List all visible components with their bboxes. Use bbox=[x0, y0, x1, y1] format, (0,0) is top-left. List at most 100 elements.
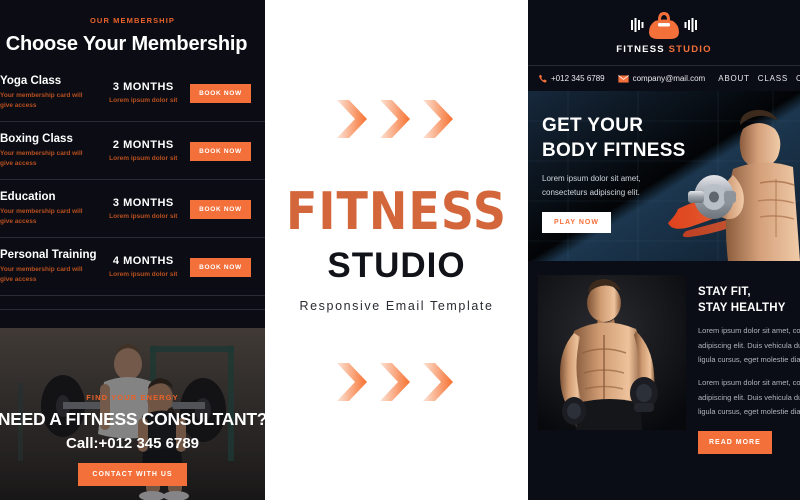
membership-title: Choose Your Membership bbox=[5, 33, 248, 55]
membership-header: OUR MEMBERSHIP Choose Your Membership bbox=[0, 0, 265, 64]
homepage-panel: FITNESS STUDIO +012 345 6789 company@mai… bbox=[528, 0, 800, 500]
stay-fit-photo-wrap bbox=[538, 275, 686, 430]
cover-brand-fitness: FITNESS bbox=[285, 180, 508, 241]
hero-content: GET YOUR BODY FITNESS Lorem ipsum dolor … bbox=[542, 113, 686, 234]
membership-plan-info: Boxing Class Your membership card will g… bbox=[0, 133, 97, 169]
stay-fit-p1-line2: adipiscing elit. Duis vehicula dui bbox=[698, 340, 800, 350]
stay-fit-title: STAY FIT, STAY HEALTHY bbox=[698, 285, 800, 316]
membership-eyebrow: OUR MEMBERSHIP bbox=[90, 16, 175, 25]
stay-fit-p2-line2: adipiscing elit. Duis vehicula dui bbox=[698, 392, 800, 402]
book-now-button[interactable]: BOOK NOW bbox=[190, 258, 251, 277]
chevron-right-icon bbox=[336, 99, 367, 138]
membership-duration: 3 MONTHS bbox=[112, 197, 174, 209]
membership-duration-cell: 3 MONTHS Lorem ipsum dolor sit bbox=[97, 197, 190, 220]
stay-fit-p2-line1: Lorem ipsum dolor sit amet, con bbox=[698, 377, 800, 387]
membership-duration: 3 MONTHS bbox=[112, 81, 174, 93]
membership-plan-name: Education bbox=[0, 190, 56, 203]
kettlebell-icon bbox=[631, 12, 697, 39]
stay-fit-title-line1: STAY FIT, bbox=[698, 286, 751, 298]
stay-fit-paragraph-1: Lorem ipsum dolor sit amet, con adipisci… bbox=[698, 324, 800, 368]
membership-plan-name: Boxing Class bbox=[0, 132, 73, 145]
hero-section: GET YOUR BODY FITNESS Lorem ipsum dolor … bbox=[528, 91, 800, 261]
stay-fit-p1-line3: ligula cursus, eget molestie diam bbox=[698, 355, 800, 365]
chevron-group-bottom bbox=[335, 361, 459, 403]
contact-with-us-button[interactable]: CONTACT WITH US bbox=[78, 463, 187, 486]
book-now-button[interactable]: BOOK NOW bbox=[190, 142, 251, 161]
chevron-right-icon bbox=[422, 99, 453, 138]
stay-fit-title-line2: STAY HEALTHY bbox=[698, 301, 786, 314]
membership-duration: 4 MONTHS bbox=[112, 255, 174, 267]
membership-table-footer-rule bbox=[0, 296, 265, 310]
phone-icon bbox=[539, 74, 547, 83]
hero-title-line1: GET YOUR bbox=[542, 115, 644, 136]
stay-fit-section: STAY FIT, STAY HEALTHY Lorem ipsum dolor… bbox=[528, 261, 800, 454]
site-brand: FITNESS STUDIO bbox=[528, 44, 800, 55]
site-brand-studio: STUDIO bbox=[668, 44, 712, 55]
membership-duration-cell: 4 MONTHS Lorem ipsum dolor sit bbox=[97, 255, 190, 278]
membership-plan-desc: Your membership card will give access bbox=[0, 149, 83, 167]
cover-brand-studio: STUDIO bbox=[327, 245, 466, 285]
bodybuilder-photo bbox=[538, 275, 686, 430]
stay-fit-content: STAY FIT, STAY HEALTHY Lorem ipsum dolor… bbox=[698, 275, 800, 454]
email-address: company@mail.com bbox=[632, 74, 706, 83]
main-nav: ABOUT CLASS CO bbox=[718, 74, 800, 83]
phone-contact[interactable]: +012 345 6789 bbox=[538, 74, 605, 83]
nav-item-about[interactable]: ABOUT bbox=[718, 74, 750, 83]
membership-duration-sub: Lorem ipsum dolor sit bbox=[109, 213, 178, 220]
membership-action-cell: BOOK NOW bbox=[190, 256, 251, 277]
kettlebell-logo-icon bbox=[528, 10, 800, 40]
read-more-button[interactable]: READ MORE bbox=[698, 430, 772, 454]
consultant-phone: Call:+012 345 6789 bbox=[65, 435, 200, 452]
book-now-button[interactable]: BOOK NOW bbox=[190, 200, 251, 219]
phone-number: +012 345 6789 bbox=[551, 74, 605, 83]
chevron-right-icon bbox=[336, 362, 367, 401]
chevron-right-icon bbox=[422, 362, 453, 401]
site-header: FITNESS STUDIO +012 345 6789 company@mai… bbox=[528, 0, 800, 91]
consultant-banner: FIND YOUR ENERGY NEED A FITNESS CONSULTA… bbox=[0, 328, 265, 500]
membership-plan-info: Personal Training Your membership card w… bbox=[0, 249, 97, 285]
stay-fit-paragraph-2: Lorem ipsum dolor sit amet, con adipisci… bbox=[698, 376, 800, 420]
hero-paragraph-line2: consecteturs adipiscing elit. bbox=[542, 188, 640, 198]
membership-plan-desc: Your membership card will give access bbox=[0, 91, 83, 109]
email-contact[interactable]: company@mail.com bbox=[617, 74, 706, 83]
membership-panel: OUR MEMBERSHIP Choose Your Membership Yo… bbox=[0, 0, 265, 500]
membership-duration-sub: Lorem ipsum dolor sit bbox=[109, 155, 178, 162]
book-now-button[interactable]: BOOK NOW bbox=[190, 84, 251, 103]
membership-duration-cell: 3 MONTHS Lorem ipsum dolor sit bbox=[97, 81, 190, 104]
nav-item-contact[interactable]: CO bbox=[796, 74, 800, 83]
cover-panel: FITNESS STUDIO Responsive Email Template bbox=[265, 0, 528, 500]
stay-fit-p1-line1: Lorem ipsum dolor sit amet, con bbox=[698, 326, 800, 336]
stay-fit-p2-line3: ligula cursus, eget molestie diam bbox=[698, 407, 800, 417]
membership-action-cell: BOOK NOW bbox=[190, 198, 251, 219]
membership-duration-cell: 2 MONTHS Lorem ipsum dolor sit bbox=[97, 139, 190, 162]
membership-plan-desc: Your membership card will give access bbox=[0, 265, 83, 283]
chevron-group-top bbox=[335, 98, 459, 140]
membership-plan-info: Yoga Class Your membership card will giv… bbox=[0, 75, 97, 111]
membership-action-cell: BOOK NOW bbox=[190, 82, 251, 103]
membership-plan-name: Personal Training bbox=[0, 248, 97, 261]
envelope-icon bbox=[617, 74, 629, 83]
membership-row[interactable]: Education Your membership card will give… bbox=[0, 180, 265, 238]
nav-item-class[interactable]: CLASS bbox=[758, 74, 788, 83]
site-brand-fitness: FITNESS bbox=[616, 44, 665, 55]
membership-action-cell: BOOK NOW bbox=[190, 140, 251, 161]
membership-row[interactable]: Personal Training Your membership card w… bbox=[0, 238, 265, 296]
membership-row[interactable]: Boxing Class Your membership card will g… bbox=[0, 122, 265, 180]
hero-paragraph-line1: Lorem ipsum dolor sit amet, bbox=[542, 174, 641, 184]
chevron-right-icon bbox=[379, 99, 410, 138]
play-now-button[interactable]: PLAY NOW bbox=[542, 212, 611, 234]
membership-duration: 2 MONTHS bbox=[112, 139, 174, 151]
membership-duration-sub: Lorem ipsum dolor sit bbox=[109, 97, 178, 104]
consultant-content: FIND YOUR ENERGY NEED A FITNESS CONSULTA… bbox=[0, 328, 265, 500]
membership-plan-name: Yoga Class bbox=[0, 74, 62, 87]
template-preview-canvas: OUR MEMBERSHIP Choose Your Membership Yo… bbox=[0, 0, 800, 500]
hero-title-line2: BODY FITNESS bbox=[542, 140, 686, 162]
membership-plan-info: Education Your membership card will give… bbox=[0, 191, 97, 227]
contact-bar: +012 345 6789 company@mail.com ABOUT CLA… bbox=[528, 65, 800, 91]
chevron-right-icon bbox=[379, 362, 410, 401]
cover-subtitle: Responsive Email Template bbox=[299, 298, 494, 313]
consultant-title: NEED A FITNESS CONSULTANT? bbox=[0, 409, 265, 429]
consultant-eyebrow: FIND YOUR ENERGY bbox=[86, 393, 179, 402]
hero-title: GET YOUR BODY FITNESS bbox=[542, 113, 686, 163]
membership-row[interactable]: Yoga Class Your membership card will giv… bbox=[0, 64, 265, 122]
